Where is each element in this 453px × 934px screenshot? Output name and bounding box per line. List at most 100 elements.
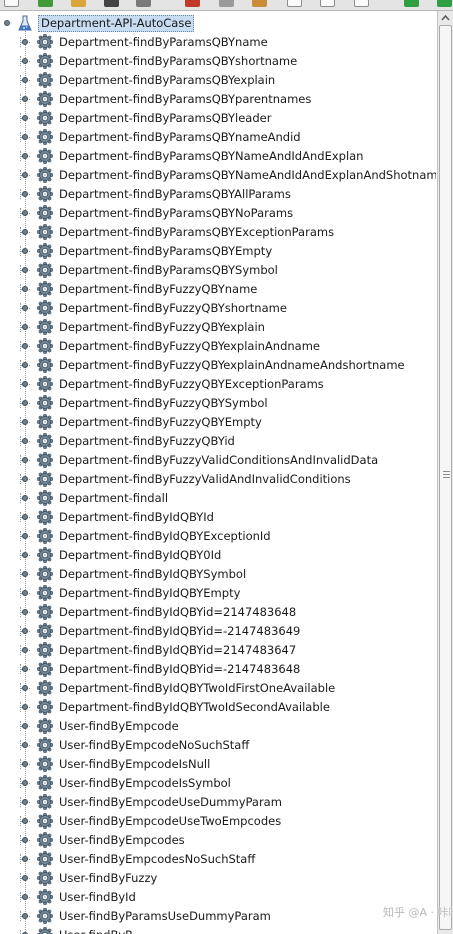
tree-item-label[interactable]: User-findByEmpcodesNoSuchStaff [59, 852, 255, 867]
expander-handle-icon[interactable] [20, 569, 31, 579]
tree-item[interactable]: User-findByP... [0, 926, 436, 934]
tree-item-label[interactable]: Department-findByParamsQBYnameAndid [59, 130, 301, 145]
tree-item-label[interactable]: User-findByParamsUseDummyParam [59, 909, 271, 924]
expander-handle-icon[interactable] [20, 455, 31, 465]
expander-handle-icon[interactable] [20, 797, 31, 807]
expander-handle-icon[interactable] [20, 170, 31, 180]
scrollbar-thumb[interactable] [439, 25, 452, 930]
tree-item-label[interactable]: Department-findByFuzzyValidConditionsAnd… [59, 453, 378, 468]
tree-root-label[interactable]: Department-API-AutoCase [38, 15, 195, 32]
tree-item-label[interactable]: Department-findByFuzzyQBYshortname [59, 301, 287, 316]
tree-item[interactable]: Department-findByParamsQBYexplain [0, 71, 436, 90]
tree-item-label[interactable]: Department-findByParamsQBYexplain [59, 73, 275, 88]
tree-item-label[interactable]: Department-findByIdQBYEmpty [59, 586, 240, 601]
expander-handle-icon[interactable] [20, 132, 31, 142]
toggle-icon[interactable] [354, 0, 369, 7]
tree-item-label[interactable]: Department-findByIdQBYExceptionId [59, 529, 271, 544]
expander-handle-icon[interactable] [20, 759, 31, 769]
tree-item[interactable]: User-findByEmpcodeUseTwoEmpcodes [0, 812, 436, 831]
tree-item-label[interactable]: Department-findByFuzzyQBYexplainAndnameA… [59, 358, 405, 373]
tree-item[interactable]: Department-findByFuzzyValidAndInvalidCon… [0, 470, 436, 489]
tree-item-label[interactable]: Department-findByFuzzyQBYid [59, 434, 235, 449]
tree-item-label[interactable]: Department-findByFuzzyQBYExceptionParams [59, 377, 324, 392]
tree-item-label[interactable]: User-findByEmpcodeUseDummyParam [59, 795, 282, 810]
tree-item[interactable]: User-findByEmpcodesNoSuchStaff [0, 850, 436, 869]
expander-handle-icon[interactable] [20, 645, 31, 655]
tree-item-label[interactable]: Department-findByFuzzyValidAndInvalidCon… [59, 472, 351, 487]
tree-item[interactable]: User-findByEmpcodeIsNull [0, 755, 436, 774]
tree-item[interactable]: Department-findByIdQBYid=-2147483649 [0, 622, 436, 641]
tree-item-label[interactable]: Department-findByFuzzyQBYEmpty [59, 415, 262, 430]
expander-handle-icon[interactable] [20, 835, 31, 845]
expander-handle-icon[interactable] [20, 303, 31, 313]
tree-item[interactable]: User-findById [0, 888, 436, 907]
cut-icon[interactable] [185, 0, 200, 7]
tree-item[interactable]: Department-findByIdQBYid=-2147483648 [0, 660, 436, 679]
tree-item[interactable]: Department-findByFuzzyQBYexplainAndnameA… [0, 356, 436, 375]
tree-item-label[interactable]: Department-findByParamsQBYAllParams [59, 187, 291, 202]
expander-handle-icon[interactable] [20, 398, 31, 408]
tree-item-label[interactable]: User-findByEmpcodeIsNull [59, 757, 210, 772]
tree-item[interactable]: Department-findByFuzzyQBYExceptionParams [0, 375, 436, 394]
tree-item-label[interactable]: Department-findByIdQBY0Id [59, 548, 221, 563]
test-plan-tree[interactable]: Department-API-AutoCase Department-findB… [0, 11, 436, 934]
tree-item[interactable]: User-findByEmpcodeIsSymbol [0, 774, 436, 793]
tree-item[interactable]: User-findByEmpcodeNoSuchStaff [0, 736, 436, 755]
tree-item[interactable]: Department-findByFuzzyValidConditionsAnd… [0, 451, 436, 470]
tree-item-label[interactable]: Department-findByIdQBYid=-2147483648 [59, 662, 300, 677]
tree-item[interactable]: User-findByEmpcode [0, 717, 436, 736]
tree-item[interactable]: Department-findByParamsQBYEmpty [0, 242, 436, 261]
expander-handle-icon[interactable] [20, 683, 31, 693]
vertical-scrollbar[interactable] [437, 11, 453, 934]
tree-item-label[interactable]: Department-findByFuzzyQBYexplain [59, 320, 265, 335]
tree-item-label[interactable]: Department-findByParamsQBYNameAndIdAndEx… [59, 168, 436, 183]
tree-item-label[interactable]: Department-findByIdQBYid=2147483648 [59, 605, 296, 620]
expander-handle-icon[interactable] [20, 341, 31, 351]
tree-item[interactable]: Department-findByIdQBYEmpty [0, 584, 436, 603]
tree-item-label[interactable]: Department-findByIdQBYTwoIdSecondAvailab… [59, 700, 330, 715]
copy-icon[interactable] [219, 0, 234, 7]
add-icon[interactable] [38, 0, 53, 7]
expander-handle-icon[interactable] [20, 911, 31, 921]
tree-item[interactable]: Department-findByFuzzyQBYname [0, 280, 436, 299]
tree-item[interactable]: User-findByEmpcodeUseDummyParam [0, 793, 436, 812]
tree-item[interactable]: Department-findByParamsQBYleader [0, 109, 436, 128]
tree-item[interactable]: User-findByFuzzy [0, 869, 436, 888]
tree-item[interactable]: Department-findByIdQBYExceptionId [0, 527, 436, 546]
tree-item[interactable]: Department-findByIdQBYTwoIdSecondAvailab… [0, 698, 436, 717]
tree-item-label[interactable]: User-findById [59, 890, 136, 905]
tree-item-label[interactable]: User-findByEmpcodeNoSuchStaff [59, 738, 249, 753]
image-icon[interactable] [136, 0, 151, 7]
tree-item-label[interactable]: Department-findByParamsQBYExceptionParam… [59, 225, 334, 240]
expand-icon[interactable] [287, 0, 302, 7]
tree-item-label[interactable]: Department-findByParamsQBYleader [59, 111, 271, 126]
tree-item-label[interactable]: User-findByEmpcodes [59, 833, 185, 848]
expander-handle-icon[interactable] [20, 873, 31, 883]
expander-handle-icon[interactable] [20, 531, 31, 541]
tree-item-label[interactable]: Department-findByIdQBYTwoIdFirstOneAvail… [59, 681, 335, 696]
tree-item[interactable]: Department-findall [0, 489, 436, 508]
tree-item-label[interactable]: User-findByEmpcode [59, 719, 179, 734]
tree-item[interactable]: Department-findByParamsQBYNoParams [0, 204, 436, 223]
tree-item[interactable]: Department-findByParamsQBYSymbol [0, 261, 436, 280]
expander-handle-icon[interactable] [20, 778, 31, 788]
tree-item[interactable]: Department-findByParamsQBYExceptionParam… [0, 223, 436, 242]
expander-handle-icon[interactable] [20, 626, 31, 636]
expander-handle-icon[interactable] [20, 94, 31, 104]
tree-item[interactable]: Department-findByParamsQBYparentnames [0, 90, 436, 109]
expander-handle-icon[interactable] [2, 18, 12, 28]
tree-item-label[interactable]: User-findByEmpcodeIsSymbol [59, 776, 231, 791]
tree-item-label[interactable]: Department-findByIdQBYSymbol [59, 567, 246, 582]
expander-handle-icon[interactable] [20, 151, 31, 161]
expander-handle-icon[interactable] [20, 322, 31, 332]
expander-handle-icon[interactable] [20, 550, 31, 560]
tree-item-label[interactable]: Department-findByParamsQBYshortname [59, 54, 297, 69]
expander-handle-icon[interactable] [20, 284, 31, 294]
tree-item-label[interactable]: User-findByP... [59, 928, 141, 934]
expander-handle-icon[interactable] [20, 721, 31, 731]
tree-item[interactable]: Department-findByParamsQBYnameAndid [0, 128, 436, 147]
tree-item-label[interactable]: Department-findByIdQBYid=2147483647 [59, 643, 296, 658]
collapse-icon[interactable] [320, 0, 335, 7]
expander-handle-icon[interactable] [20, 379, 31, 389]
tree-item-label[interactable]: Department-findByParamsQBYNoParams [59, 206, 293, 221]
